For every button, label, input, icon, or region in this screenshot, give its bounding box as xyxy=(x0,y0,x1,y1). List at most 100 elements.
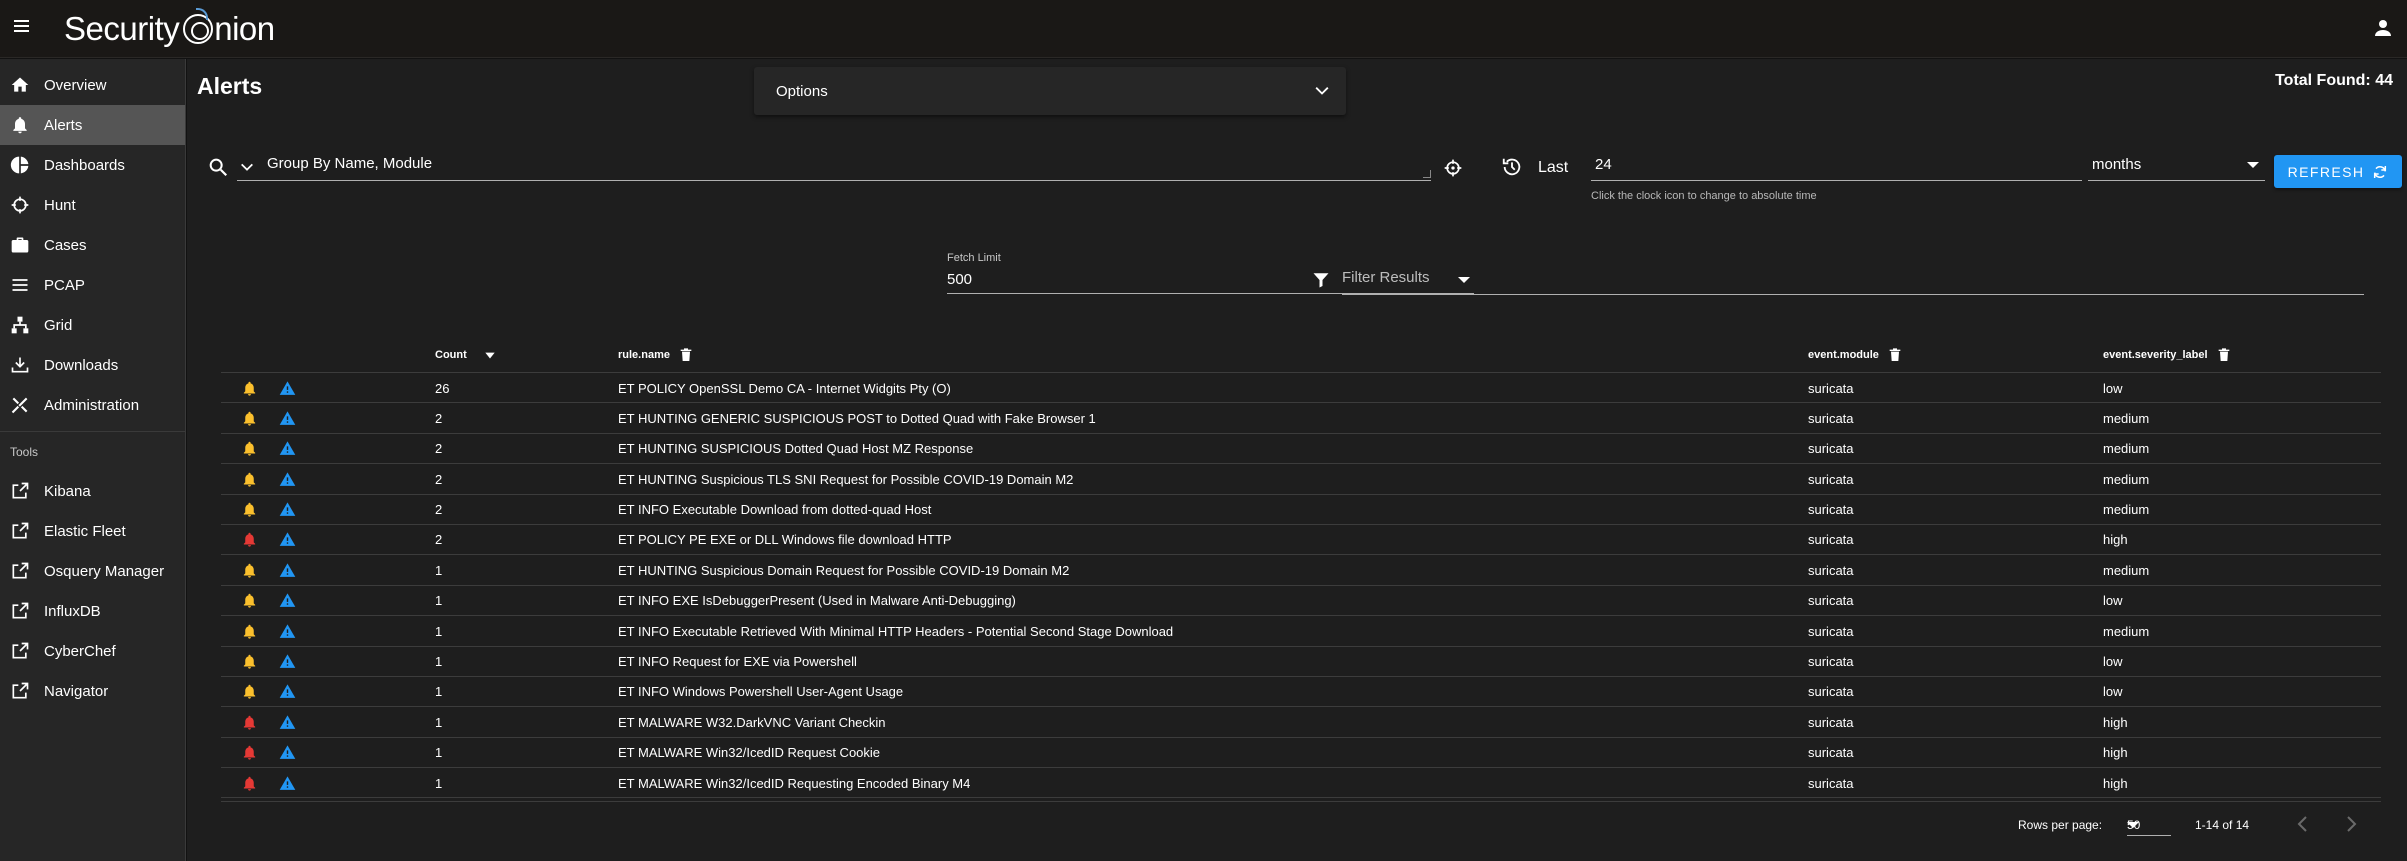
options-expander[interactable]: Options xyxy=(754,67,1346,115)
cell-rule-name[interactable]: ET INFO Executable Download from dotted-… xyxy=(618,495,931,525)
rows-per-page-select[interactable]: 50 xyxy=(2127,812,2171,836)
cell-severity[interactable]: medium xyxy=(2103,403,2149,433)
sidebar-item-pcap[interactable]: PCAP xyxy=(0,265,185,305)
cell-count[interactable]: 2 xyxy=(435,403,442,433)
escalate-warning-icon[interactable] xyxy=(279,586,296,616)
cell-event-module[interactable]: suricata xyxy=(1808,586,1854,616)
column-header-rule-name[interactable]: rule.name xyxy=(618,337,694,373)
acknowledge-bell-icon[interactable] xyxy=(241,555,258,585)
cell-event-module[interactable]: suricata xyxy=(1808,616,1854,646)
table-row[interactable]: 1 ET MALWARE W32.DarkVNC Variant Checkin s… xyxy=(221,707,2381,738)
table-row[interactable]: 2 ET HUNTING SUSPICIOUS Dotted Quad Host … xyxy=(221,434,2381,465)
user-account-icon[interactable] xyxy=(2371,16,2395,40)
sidebar-item-grid[interactable]: Grid xyxy=(0,305,185,345)
cell-rule-name[interactable]: ET INFO EXE IsDebuggerPresent (Used in M… xyxy=(618,586,1016,616)
table-row[interactable]: 1 ET HUNTING Suspicious Domain Request fo… xyxy=(221,555,2381,586)
escalate-warning-icon[interactable] xyxy=(279,677,296,707)
table-row[interactable]: 2 ET POLICY PE EXE or DLL Windows file do… xyxy=(221,525,2381,556)
cell-event-module[interactable]: suricata xyxy=(1808,647,1854,677)
cell-count[interactable]: 1 xyxy=(435,586,442,616)
acknowledge-bell-icon[interactable] xyxy=(241,768,258,798)
sidebar-item-dashboards[interactable]: Dashboards xyxy=(0,145,185,185)
cell-severity[interactable]: high xyxy=(2103,707,2128,737)
history-clock-icon[interactable] xyxy=(1501,156,1523,178)
cell-rule-name[interactable]: ET HUNTING Suspicious TLS SNI Request fo… xyxy=(618,464,1073,494)
cell-count[interactable]: 26 xyxy=(435,373,449,403)
column-header-event-module[interactable]: event.module xyxy=(1808,337,1903,373)
escalate-warning-icon[interactable] xyxy=(279,403,296,433)
cell-rule-name[interactable]: ET HUNTING SUSPICIOUS Dotted Quad Host M… xyxy=(618,434,973,464)
trash-icon[interactable] xyxy=(2216,347,2232,363)
sidebar-item-cases[interactable]: Cases xyxy=(0,225,185,265)
acknowledge-bell-icon[interactable] xyxy=(241,616,258,646)
cell-count[interactable]: 1 xyxy=(435,616,442,646)
cell-rule-name[interactable]: ET MALWARE W32.DarkVNC Variant Checkin xyxy=(618,707,886,737)
cell-count[interactable]: 1 xyxy=(435,738,442,768)
acknowledge-bell-icon[interactable] xyxy=(241,707,258,737)
sidebar-item-kibana[interactable]: Kibana xyxy=(0,471,185,511)
chevron-left-icon[interactable] xyxy=(2291,812,2315,836)
cell-event-module[interactable]: suricata xyxy=(1808,464,1854,494)
acknowledge-bell-icon[interactable] xyxy=(241,738,258,768)
cell-rule-name[interactable]: ET MALWARE Win32/IcedID Requesting Encod… xyxy=(618,768,970,798)
table-row[interactable]: 26 ET POLICY OpenSSL Demo CA - Internet W… xyxy=(221,373,2381,404)
cell-severity[interactable]: low xyxy=(2103,586,2123,616)
escalate-warning-icon[interactable] xyxy=(279,616,296,646)
cell-count[interactable]: 1 xyxy=(435,707,442,737)
filter-results-input[interactable]: Filter Results xyxy=(1342,259,2364,295)
cell-rule-name[interactable]: ET POLICY OpenSSL Demo CA - Internet Wid… xyxy=(618,373,951,403)
sidebar-item-alerts[interactable]: Alerts xyxy=(0,105,185,145)
table-row[interactable]: 2 ET HUNTING GENERIC SUSPICIOUS POST to D… xyxy=(221,403,2381,434)
table-row[interactable]: 1 ET INFO Windows Powershell User-Agent U… xyxy=(221,677,2381,708)
cell-event-module[interactable]: suricata xyxy=(1808,768,1854,798)
cell-severity[interactable]: medium xyxy=(2103,495,2149,525)
cell-count[interactable]: 2 xyxy=(435,464,442,494)
escalate-warning-icon[interactable] xyxy=(279,373,296,403)
cell-severity[interactable]: medium xyxy=(2103,464,2149,494)
security-onion-logo[interactable]: Security nion xyxy=(64,6,275,52)
cell-event-module[interactable]: suricata xyxy=(1808,434,1854,464)
escalate-warning-icon[interactable] xyxy=(279,464,296,494)
acknowledge-bell-icon[interactable] xyxy=(241,586,258,616)
crosshairs-icon[interactable] xyxy=(1443,158,1463,178)
cell-severity[interactable]: medium xyxy=(2103,616,2149,646)
acknowledge-bell-icon[interactable] xyxy=(241,525,258,555)
cell-rule-name[interactable]: ET INFO Windows Powershell User-Agent Us… xyxy=(618,677,903,707)
trash-icon[interactable] xyxy=(1887,347,1903,363)
table-row[interactable]: 2 ET INFO Executable Download from dotted… xyxy=(221,495,2381,525)
sidebar-item-cyberchef[interactable]: CyberChef xyxy=(0,631,185,671)
escalate-warning-icon[interactable] xyxy=(279,707,296,737)
acknowledge-bell-icon[interactable] xyxy=(241,677,258,707)
escalate-warning-icon[interactable] xyxy=(279,434,296,464)
acknowledge-bell-icon[interactable] xyxy=(241,464,258,494)
cell-event-module[interactable]: suricata xyxy=(1808,525,1854,555)
time-units-select[interactable]: months xyxy=(2088,145,2265,181)
cell-severity[interactable]: low xyxy=(2103,677,2123,707)
cell-rule-name[interactable]: ET HUNTING Suspicious Domain Request for… xyxy=(618,555,1069,585)
cell-count[interactable]: 1 xyxy=(435,555,442,585)
cell-event-module[interactable]: suricata xyxy=(1808,738,1854,768)
query-input[interactable]: Group By Name, Module xyxy=(237,145,1431,181)
escalate-warning-icon[interactable] xyxy=(279,525,296,555)
escalate-warning-icon[interactable] xyxy=(279,495,296,525)
chevron-right-icon[interactable] xyxy=(2339,812,2363,836)
cell-rule-name[interactable]: ET HUNTING GENERIC SUSPICIOUS POST to Do… xyxy=(618,403,1096,433)
cell-severity[interactable]: medium xyxy=(2103,555,2149,585)
cell-count[interactable]: 2 xyxy=(435,525,442,555)
cell-severity[interactable]: low xyxy=(2103,373,2123,403)
cell-count[interactable]: 1 xyxy=(435,677,442,707)
cell-event-module[interactable]: suricata xyxy=(1808,373,1854,403)
column-header-count[interactable]: Count xyxy=(435,337,497,373)
table-row[interactable]: 1 ET INFO EXE IsDebuggerPresent (Used in … xyxy=(221,586,2381,617)
sidebar-item-administration[interactable]: Administration xyxy=(0,385,185,425)
sidebar-item-hunt[interactable]: Hunt xyxy=(0,185,185,225)
resize-handle[interactable] xyxy=(1423,170,1431,178)
cell-rule-name[interactable]: ET INFO Executable Retrieved With Minima… xyxy=(618,616,1173,646)
acknowledge-bell-icon[interactable] xyxy=(241,647,258,677)
cell-event-module[interactable]: suricata xyxy=(1808,403,1854,433)
trash-icon[interactable] xyxy=(678,347,694,363)
table-row[interactable]: 1 ET MALWARE Win32/IcedID Requesting Enco… xyxy=(221,768,2381,799)
menu-icon[interactable] xyxy=(14,17,32,41)
chevron-down-icon[interactable] xyxy=(239,159,255,175)
cell-count[interactable]: 2 xyxy=(435,495,442,525)
